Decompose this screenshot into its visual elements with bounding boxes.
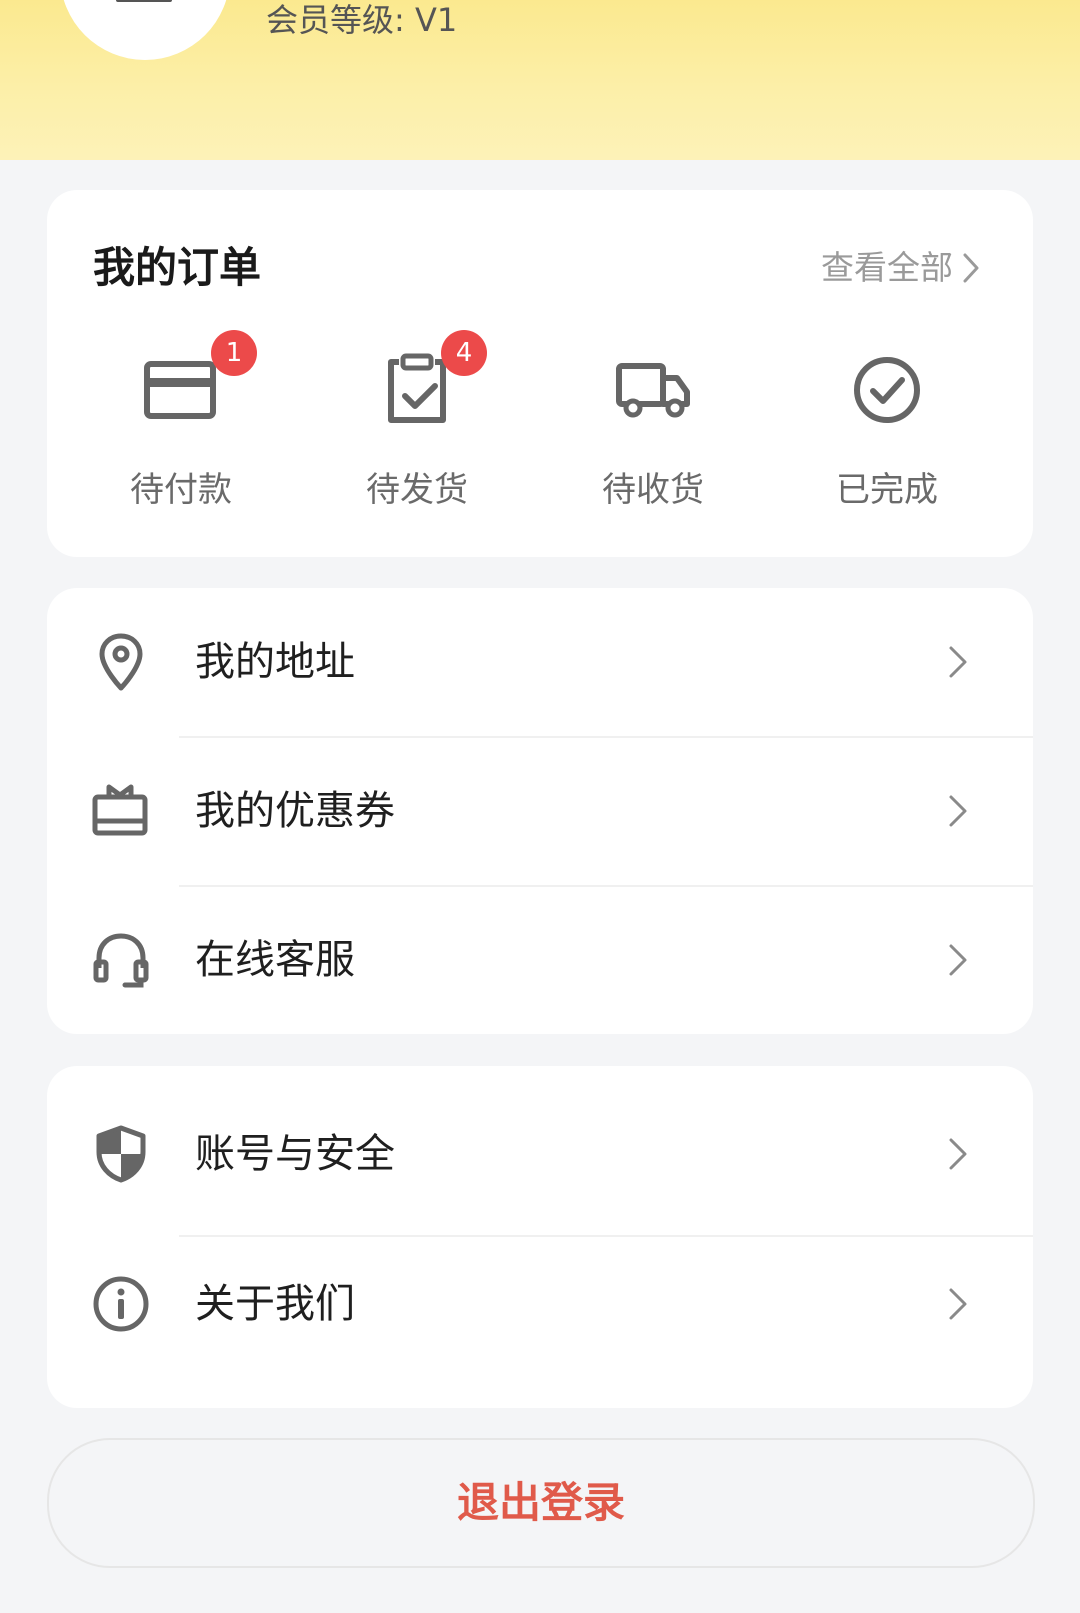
order-completed[interactable]: 已完成 (787, 330, 987, 530)
chevron-right-icon (941, 1286, 973, 1322)
customer-service-label: 在线客服 (195, 937, 355, 983)
about-us-label: 关于我们 (195, 1281, 355, 1327)
pending-receipt-label: 待收货 (602, 470, 704, 510)
order-pending-payment[interactable]: 1 待付款 (81, 330, 281, 530)
chevron-right-icon (941, 793, 973, 829)
view-all-label: 查看全部 (821, 248, 953, 287)
chevron-right-icon (941, 1136, 973, 1172)
pending-shipment-label: 待发货 (366, 470, 468, 510)
avatar[interactable] (60, 0, 230, 60)
menu-item-customer-service[interactable]: 在线客服 (47, 886, 1033, 1034)
chevron-right-icon (941, 942, 973, 978)
account-security-label: 账号与安全 (195, 1131, 395, 1177)
truck-icon (613, 350, 693, 430)
headset-icon (91, 930, 151, 990)
check-circle-icon (847, 350, 927, 430)
coupon-icon (91, 781, 151, 841)
pending-payment-label: 待付款 (130, 470, 232, 510)
menu-item-account-security[interactable]: 账号与安全 (47, 1080, 1033, 1228)
order-pending-shipment[interactable]: 4 待发货 (317, 330, 517, 530)
shield-icon (91, 1124, 151, 1184)
chevron-right-icon (941, 644, 973, 680)
menu-group-account: 账号与安全 关于我们 (47, 1066, 1033, 1408)
location-pin-icon (91, 632, 151, 692)
menu-item-about-us[interactable]: 关于我们 (47, 1230, 1033, 1378)
menu-item-coupons[interactable]: 我的优惠券 (47, 737, 1033, 885)
pending-payment-badge: 1 (211, 330, 257, 376)
card-icon (141, 350, 221, 430)
address-label: 我的地址 (195, 639, 355, 685)
my-orders-card: 我的订单 查看全部 1 待付款 4 待发货 待收货 已完成 (47, 190, 1033, 557)
logout-button[interactable]: 退出登录 (47, 1438, 1035, 1568)
menu-item-address[interactable]: 我的地址 (47, 588, 1033, 736)
chevron-right-icon (961, 251, 981, 285)
info-icon (91, 1274, 151, 1334)
menu-group-services: 我的地址 我的优惠券 在线客服 (47, 588, 1033, 1034)
pending-shipment-badge: 4 (441, 330, 487, 376)
order-pending-receipt[interactable]: 待收货 (553, 330, 753, 530)
view-all-orders-link[interactable]: 查看全部 (821, 240, 981, 296)
completed-label: 已完成 (836, 470, 938, 510)
orders-title: 我的订单 (93, 243, 262, 292)
profile-header: 会员等级: V1 (0, 0, 1080, 160)
member-level-text: 会员等级: V1 (266, 1, 458, 39)
coupons-label: 我的优惠券 (195, 788, 395, 834)
